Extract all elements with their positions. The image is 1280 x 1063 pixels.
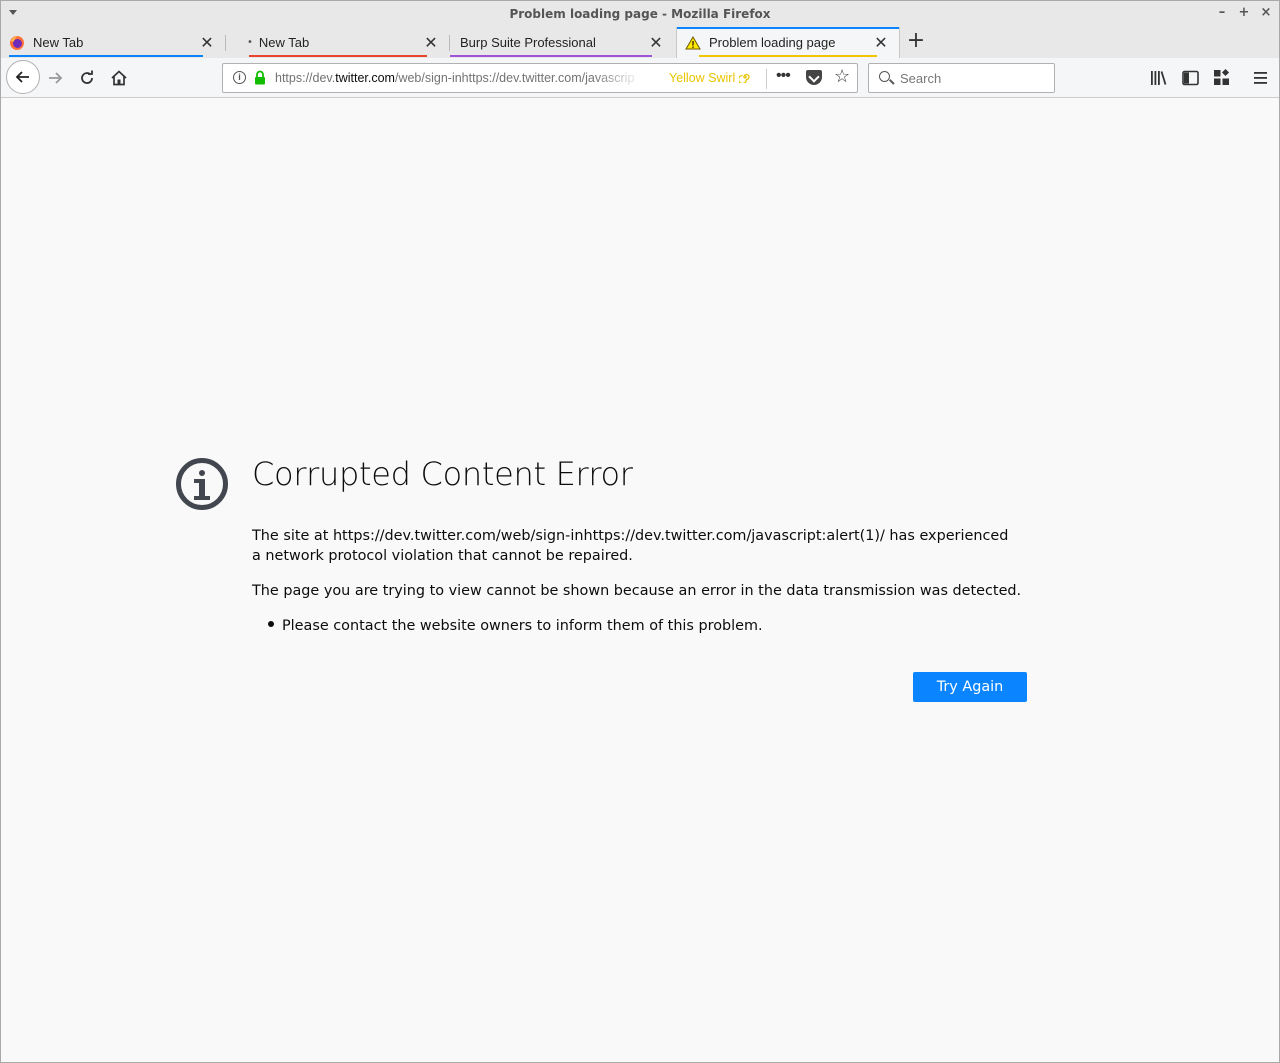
warning-icon (685, 35, 701, 49)
nav-bar: i https://dev.twitter.com/web/sign-inhtt… (1, 58, 1279, 98)
tab-new-tab-2[interactable]: • New Tab ✕ (225, 27, 450, 58)
url-bar[interactable]: i https://dev.twitter.com/web/sign-inhtt… (222, 63, 858, 93)
home-button[interactable] (105, 64, 133, 92)
tab-new-tab-1[interactable]: New Tab ✕ (1, 27, 226, 58)
search-bar[interactable]: Search (868, 63, 1055, 93)
window-menu-icon[interactable] (9, 10, 17, 15)
url-domain: twitter.com (335, 71, 395, 85)
tab-strip: New Tab ✕ • New Tab ✕ Burp Suite Profess… (1, 27, 1279, 58)
sidebar-icon[interactable] (1181, 68, 1201, 88)
tab-label: Burp Suite Professional (460, 35, 596, 50)
tab-burp-suite[interactable]: Burp Suite Professional ✕ (450, 27, 674, 58)
home-icon (111, 70, 127, 86)
container-line (249, 55, 427, 57)
lock-icon[interactable] (254, 70, 266, 85)
info-icon[interactable]: i (233, 71, 246, 84)
close-icon[interactable]: ✕ (648, 33, 664, 52)
hamburger-menu-icon[interactable] (1251, 68, 1271, 88)
dot-icon: • (247, 37, 253, 48)
tab-label: New Tab (258, 35, 310, 50)
container-line (699, 55, 877, 57)
container-label: Yellow Swirl (669, 71, 751, 85)
info-icon (176, 458, 228, 510)
close-icon[interactable]: ✕ (199, 33, 215, 52)
maximize-button[interactable]: + (1237, 5, 1251, 20)
reload-button[interactable] (73, 64, 101, 92)
suggestion-list: Please contact the website owners to inf… (268, 616, 763, 636)
title-bar: Problem loading page - Mozilla Firefox –… (1, 1, 1279, 27)
search-icon (879, 71, 890, 82)
page-title: Corrupted Content Error (252, 455, 633, 493)
error-description: The site at https://dev.twitter.com/web/… (252, 528, 1009, 564)
container-line (450, 55, 652, 57)
try-again-button[interactable]: Try Again (913, 672, 1027, 702)
close-window-button[interactable]: × (1259, 5, 1273, 20)
error-detail: The page you are trying to view cannot b… (252, 583, 1022, 599)
reload-icon (81, 70, 93, 84)
arrow-right-icon (49, 72, 63, 84)
page-actions-icon[interactable]: ••• (776, 67, 791, 85)
close-icon[interactable]: ✕ (873, 33, 889, 52)
library-icon[interactable] (1149, 68, 1169, 88)
tab-label: Problem loading page (709, 35, 836, 50)
list-item: Please contact the website owners to inf… (268, 616, 763, 636)
tab-label: New Tab (33, 35, 84, 50)
extensions-icon[interactable] (1212, 68, 1232, 88)
container-line (9, 55, 203, 57)
url-text[interactable]: https://dev.twitter.com/web/sign-inhttps… (275, 71, 635, 85)
swirl-icon (737, 73, 750, 85)
minimize-button[interactable]: – (1215, 5, 1229, 20)
forward-button[interactable] (41, 64, 69, 92)
back-button[interactable] (6, 60, 40, 94)
bookmark-star-icon[interactable]: ☆ (834, 66, 850, 87)
new-tab-button[interactable]: + (903, 29, 929, 55)
close-icon[interactable]: ✕ (423, 33, 439, 52)
window-title: Problem loading page - Mozilla Firefox (509, 7, 771, 21)
search-input[interactable]: Search (900, 71, 941, 86)
tab-problem-loading-page[interactable]: Problem loading page ✕ (676, 27, 900, 58)
page-content: Corrupted Content Error The site at http… (1, 99, 1279, 1062)
pocket-icon[interactable] (806, 70, 822, 85)
firefox-icon (10, 35, 24, 50)
arrow-left-icon (15, 71, 29, 83)
firefox-window: Problem loading page - Mozilla Firefox –… (0, 0, 1280, 1063)
